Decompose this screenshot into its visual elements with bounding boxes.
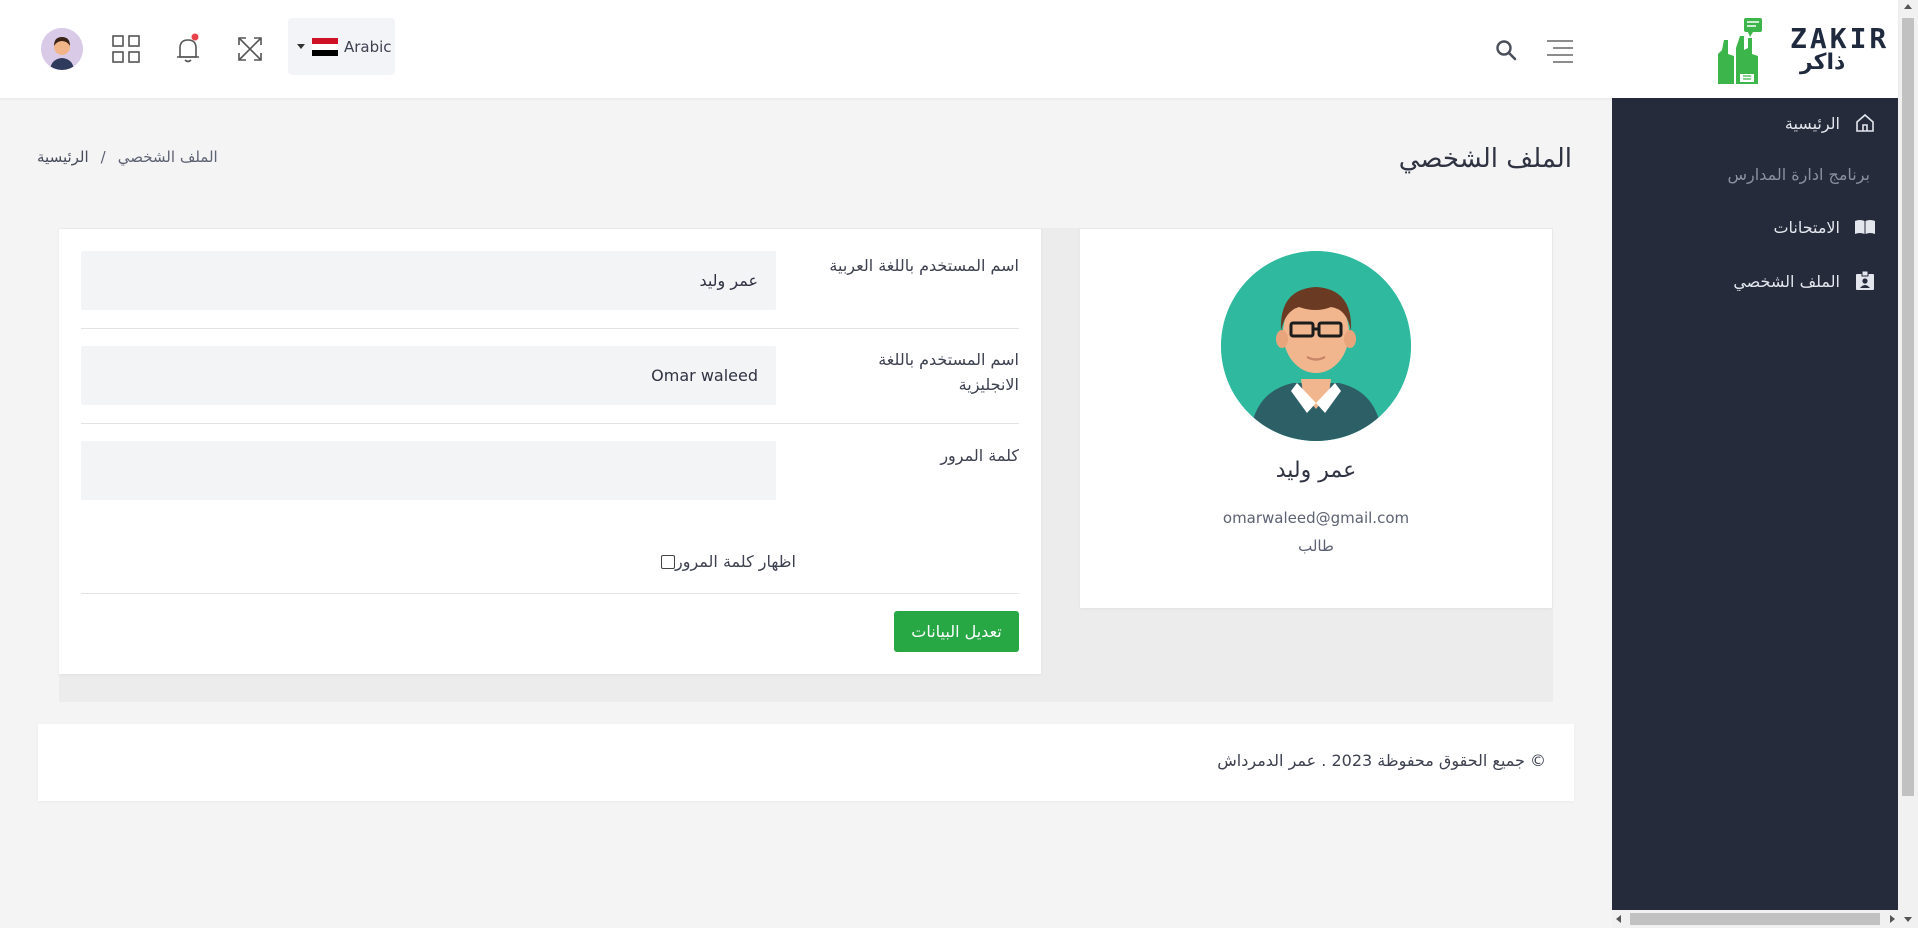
avatar-icon — [41, 28, 83, 70]
english-name-field[interactable] — [81, 346, 776, 405]
notification-badge — [191, 33, 199, 41]
scroll-right-arrow-icon[interactable] — [1890, 915, 1895, 923]
sidebar-item-exams[interactable]: الامتحانات — [1773, 216, 1876, 238]
book-icon — [1854, 216, 1876, 238]
scroll-down-arrow-icon[interactable] — [1904, 917, 1912, 922]
fullscreen-icon[interactable] — [231, 30, 269, 68]
english-name-label: اسم المستخدم باللغة الانجليزية — [878, 350, 1019, 394]
show-password-label: اظهار كلمة المرور — [675, 552, 796, 571]
breadcrumb: الرئيسية / الملف الشخصي — [37, 148, 218, 166]
sidebar-item-label: الامتحانات — [1773, 217, 1840, 237]
scroll-up-arrow-icon[interactable] — [1904, 4, 1912, 9]
search-icon[interactable] — [1494, 38, 1518, 62]
form-divider — [81, 328, 1019, 329]
form-divider — [81, 593, 1019, 594]
page-title: الملف الشخصي — [1398, 144, 1572, 174]
hamburger-menu-icon[interactable] — [1544, 36, 1576, 64]
show-password-option[interactable]: اظهار كلمة المرور — [653, 552, 796, 571]
copyright-text: © جميع الحقوق محفوظة 2023 . عمر الدمرداش — [1217, 751, 1546, 770]
horizontal-scrollbar[interactable] — [1612, 910, 1898, 928]
footer: © جميع الحقوق محفوظة 2023 . عمر الدمرداش — [38, 724, 1574, 801]
profile-avatar — [1221, 251, 1411, 441]
apps-grid-icon[interactable] — [107, 30, 145, 68]
profile-email: omarwaleed@gmail.com — [1222, 509, 1410, 527]
chevron-down-icon — [297, 44, 305, 49]
breadcrumb-home-link[interactable]: الرئيسية — [37, 148, 89, 166]
raised-hands-logo-icon — [1718, 18, 1762, 84]
show-password-checkbox[interactable] — [661, 554, 675, 569]
user-avatar[interactable] — [41, 28, 83, 70]
language-label: Arabic — [344, 37, 392, 56]
profile-card: عمر وليد omarwaleed@gmail.com طالب — [1080, 229, 1552, 608]
save-profile-button[interactable]: تعديل البيانات — [894, 611, 1019, 652]
sidebar-item-label: الرئيسية — [1784, 113, 1840, 133]
user-avatar-icon — [1221, 251, 1411, 441]
sidebar-item-profile[interactable]: الملف الشخصي — [1733, 270, 1876, 292]
breadcrumb-separator: / — [100, 148, 106, 166]
language-dropdown[interactable]: Arabic — [288, 18, 395, 75]
sidebar-item-home[interactable]: الرئيسية — [1785, 112, 1876, 134]
sidebar-item-label: الملف الشخصي — [1733, 271, 1840, 291]
scroll-left-arrow-icon[interactable] — [1616, 915, 1621, 923]
arabic-name-label: اسم المستخدم باللغة العربية — [829, 256, 1019, 275]
arabic-name-field[interactable] — [81, 251, 776, 310]
home-icon — [1854, 112, 1876, 134]
sidebar-section-label: برنامج ادارة المدارس — [1727, 165, 1870, 184]
notifications-bell-icon[interactable] — [169, 30, 207, 68]
form-divider — [81, 423, 1019, 424]
id-badge-icon — [1854, 270, 1876, 292]
profile-edit-form: اسم المستخدم باللغة العربية اسم المستخدم… — [59, 229, 1041, 674]
logo-text-ar: ذاكر — [1800, 50, 1846, 75]
egypt-flag-icon — [312, 37, 338, 56]
sidebar: الرئيسية برنامج ادارة المدارس الامتحانات… — [1612, 98, 1898, 918]
profile-name: عمر وليد — [1275, 458, 1357, 483]
profile-role: طالب — [1298, 537, 1334, 555]
password-field[interactable] — [81, 441, 776, 500]
scrollbar-thumb[interactable] — [1902, 18, 1914, 796]
scrollbar-thumb[interactable] — [1630, 913, 1880, 925]
breadcrumb-current: الملف الشخصي — [117, 148, 218, 166]
top-navbar: Arabic ZAKIR ذاكر — [0, 0, 1898, 98]
password-label: كلمة المرور — [940, 446, 1019, 465]
vertical-scrollbar[interactable] — [1898, 0, 1918, 928]
